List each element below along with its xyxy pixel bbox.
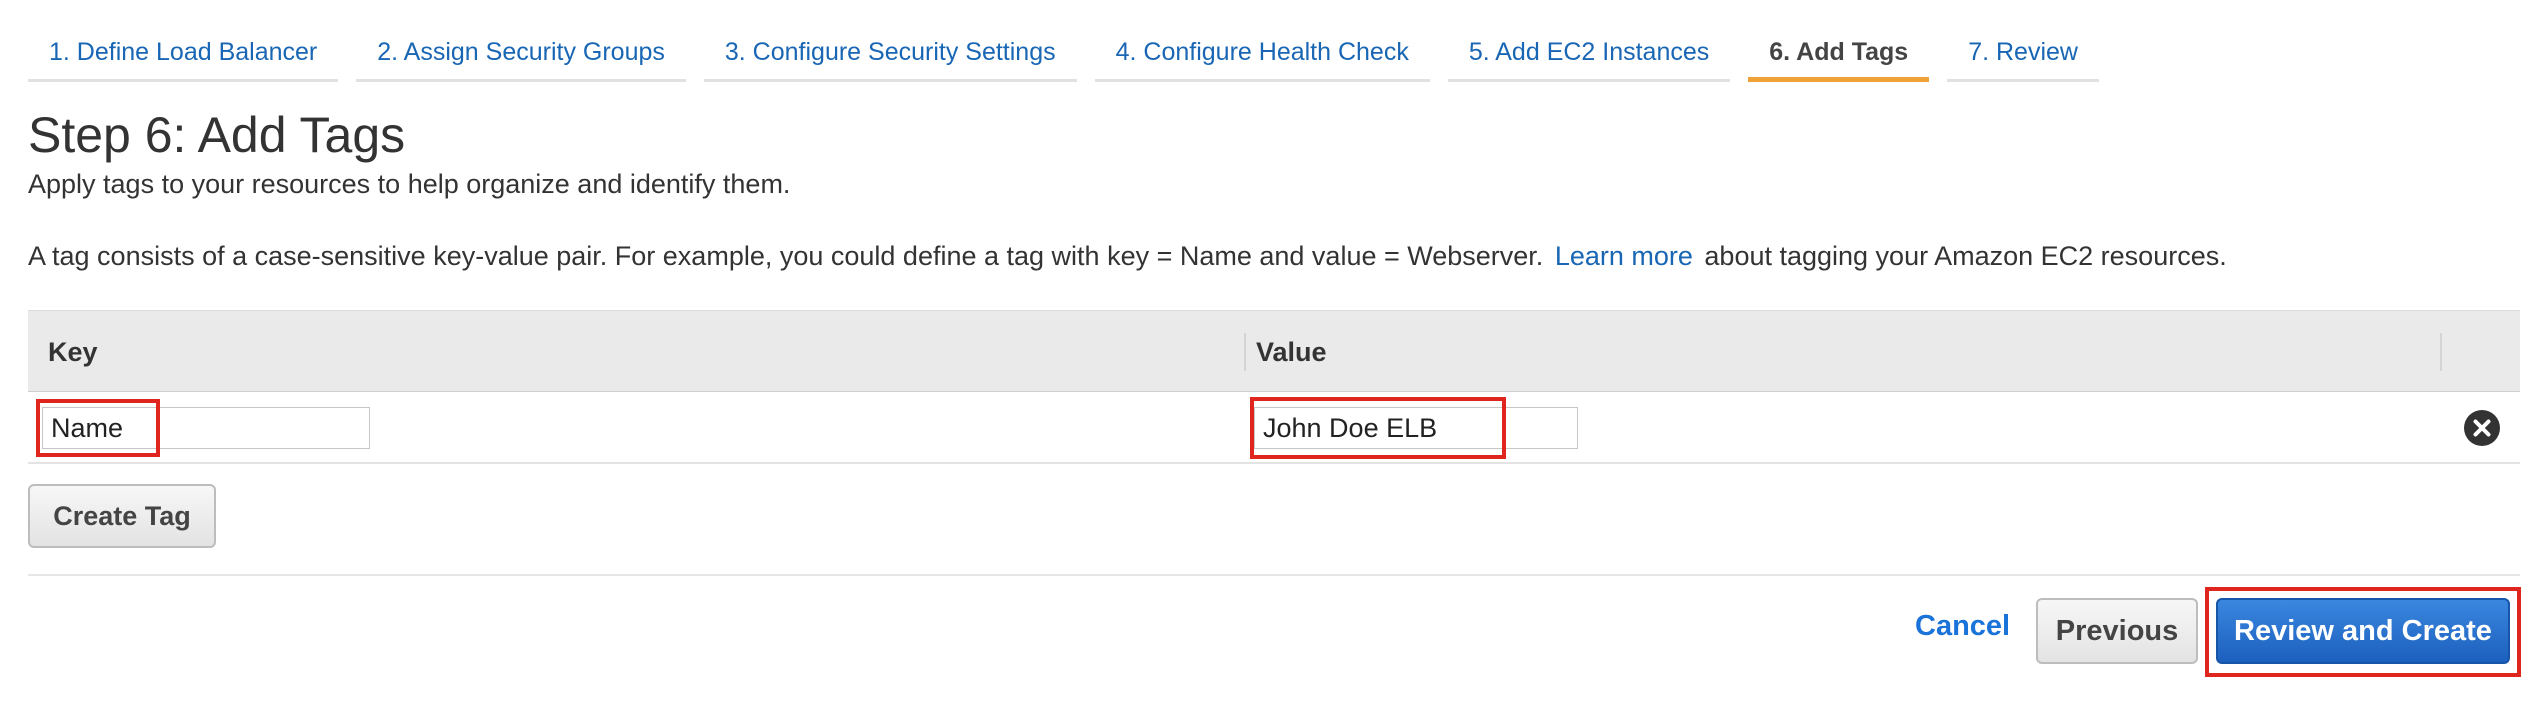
table-header: Key Value <box>28 310 2520 392</box>
page-subtitle: Apply tags to your resources to help org… <box>28 169 791 199</box>
cancel-button[interactable]: Cancel <box>1915 610 2010 643</box>
create-tag-button[interactable]: Create Tag <box>28 484 216 548</box>
tab-configure-security-settings[interactable]: 3. Configure Security Settings <box>703 0 1077 82</box>
tag-value-input[interactable] <box>1254 407 1578 449</box>
column-separator <box>2440 333 2442 371</box>
page-title: Step 6: Add Tags <box>28 107 406 163</box>
tab-add-tags[interactable]: 6. Add Tags <box>1748 0 1930 82</box>
tab-configure-health-check[interactable]: 4. Configure Health Check <box>1094 0 1431 82</box>
tags-table: Key Value <box>28 310 2520 464</box>
description-text-end: about tagging your Amazon EC2 resources. <box>1704 241 2227 271</box>
tab-add-ec2-instances[interactable]: 5. Add EC2 Instances <box>1447 0 1731 82</box>
column-header-key: Key <box>48 337 98 367</box>
table-row <box>28 392 2520 464</box>
tab-assign-security-groups[interactable]: 2. Assign Security Groups <box>356 0 686 82</box>
column-header-value: Value <box>1256 337 1327 367</box>
tag-key-input[interactable] <box>42 407 370 449</box>
divider <box>28 574 2520 576</box>
description-text: A tag consists of a case-sensitive key-v… <box>28 241 1544 271</box>
column-separator <box>1244 333 1246 371</box>
review-and-create-button[interactable]: Review and Create <box>2216 598 2510 664</box>
tag-description: A tag consists of a case-sensitive key-v… <box>28 238 2227 274</box>
close-icon <box>2473 419 2491 437</box>
wizard-steps: 1. Define Load Balancer 2. Assign Securi… <box>28 0 2117 82</box>
remove-circle-x-icon[interactable] <box>2464 410 2500 446</box>
tab-review[interactable]: 7. Review <box>1947 0 2099 82</box>
learn-more-link[interactable]: Learn more <box>1555 241 1693 271</box>
tab-define-load-balancer[interactable]: 1. Define Load Balancer <box>28 0 339 82</box>
previous-button[interactable]: Previous <box>2036 598 2198 664</box>
